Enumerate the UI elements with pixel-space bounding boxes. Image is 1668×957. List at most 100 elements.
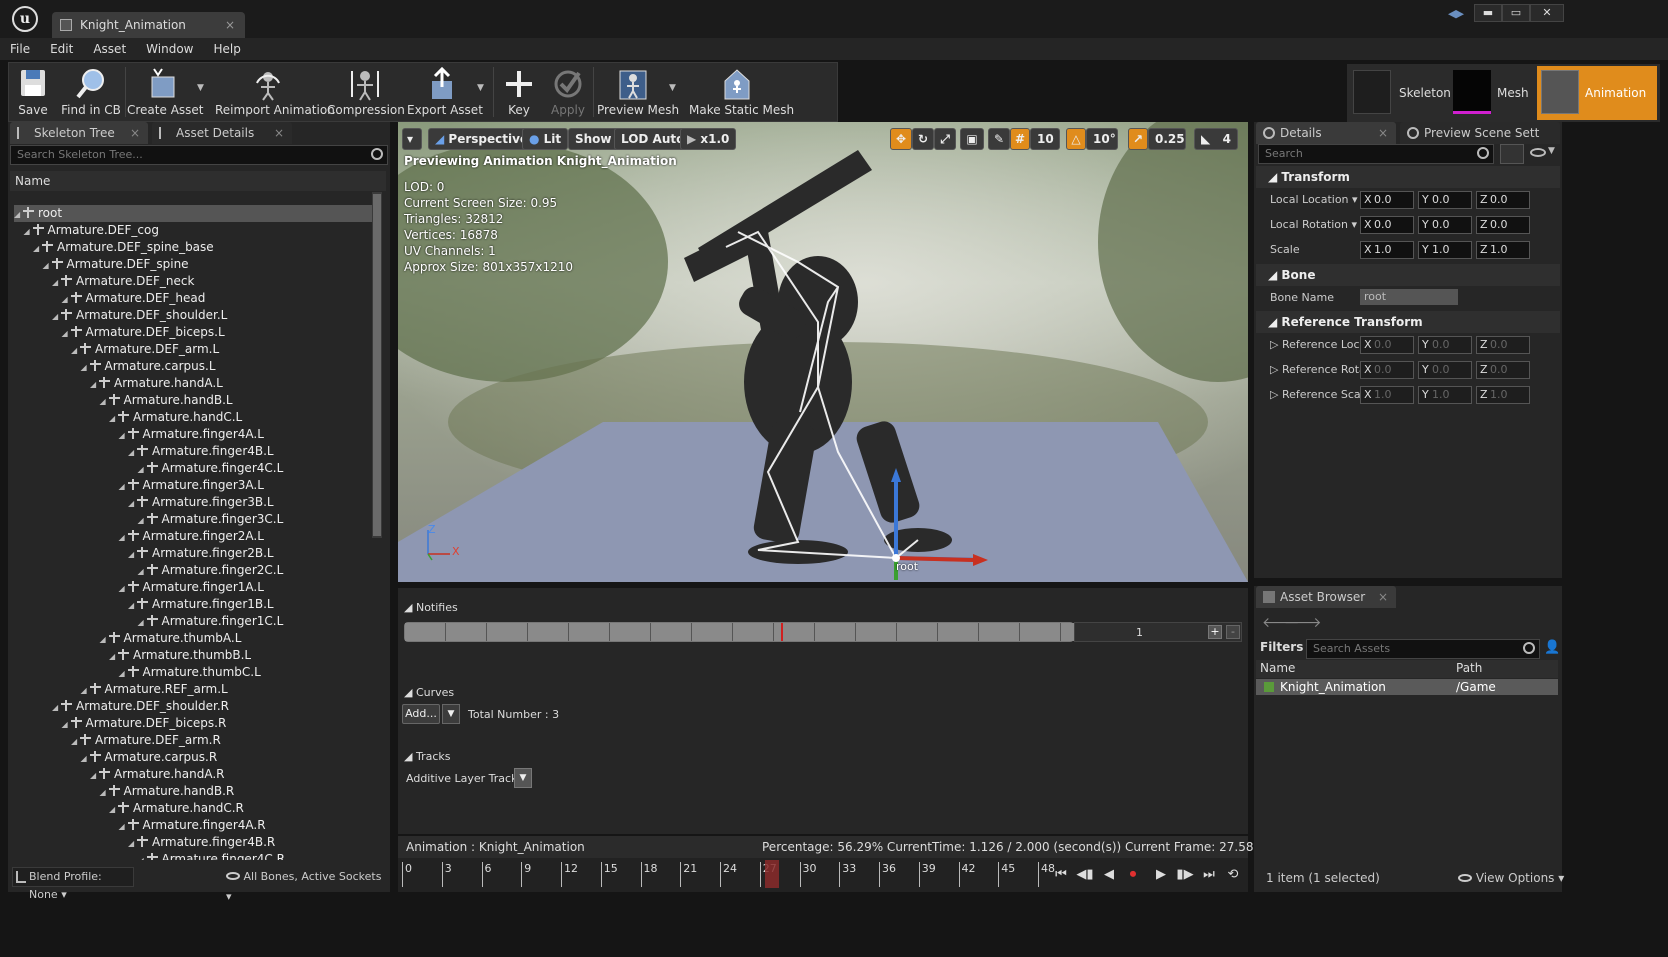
reimport-animation-button[interactable]: Reimport Animation [215, 63, 335, 121]
lit-button[interactable]: ● Lit [522, 128, 569, 150]
bone-row[interactable]: ◢ Armature.handC.R [109, 800, 244, 817]
key-button[interactable]: Key [499, 63, 539, 121]
animation-mode-button[interactable]: Animation [1537, 66, 1657, 120]
create-asset-dropdown-icon[interactable]: ▼ [197, 83, 204, 93]
expand-arrow-icon[interactable]: ◢ [119, 478, 128, 495]
bone-row[interactable]: ◢ Armature.thumbB.L [109, 647, 251, 664]
step-back-icon[interactable]: ◀▮ [1076, 866, 1094, 884]
menu-help[interactable]: Help [203, 38, 250, 60]
tracks-header[interactable]: ◢ Tracks [404, 750, 450, 763]
expand-arrow-icon[interactable]: ◢ [52, 699, 61, 716]
camera-speed-button[interactable]: ◣ 4 [1194, 128, 1238, 150]
bone-row[interactable]: ◢ Armature.DEF_shoulder.R [52, 698, 229, 715]
expand-arrow-icon[interactable]: ◢ [62, 291, 71, 308]
expand-arrow-icon[interactable]: ◢ [100, 631, 109, 648]
bone-row[interactable]: ◢ Armature.finger3C.L [138, 511, 284, 528]
make-static-mesh-button[interactable]: Make Static Mesh [689, 63, 794, 121]
expand-arrow-icon[interactable]: ◢ [52, 274, 61, 291]
close-tab-icon[interactable]: × [1378, 122, 1388, 144]
bone-row[interactable]: ◢ Armature.DEF_arm.R [71, 732, 221, 749]
expand-arrow-icon[interactable]: ◢ [109, 410, 118, 427]
bone-row[interactable]: ◢ Armature.handA.L [90, 375, 223, 392]
tab-asset-details[interactable]: Asset Details × [152, 122, 292, 144]
scale-mode-icon[interactable]: ⤢ [934, 128, 956, 150]
tree-column-header[interactable]: Name [10, 171, 386, 191]
curves-header[interactable]: ◢ Curves [404, 686, 454, 699]
visibility-eye-icon[interactable] [1530, 148, 1546, 157]
find-in-cb-button[interactable]: Find in CB [59, 63, 123, 121]
grid-snap-value[interactable]: 10 [1030, 128, 1060, 150]
remove-notify-track-button[interactable]: - [1226, 625, 1240, 639]
loop-icon[interactable]: ⟲ [1224, 866, 1242, 884]
bone-row[interactable]: ◢ Armature.finger4A.R [119, 817, 266, 834]
record-icon[interactable]: ⏺ [1124, 866, 1142, 884]
scale-y-field[interactable]: Y 1.0 [1418, 241, 1472, 259]
minimize-button[interactable]: ▬ [1474, 4, 1502, 22]
expand-arrow-icon[interactable]: ◢ [100, 784, 109, 801]
local-location-y-field[interactable]: Y 0.0 [1418, 191, 1472, 209]
bone-section-header[interactable]: ◢ Bone [1256, 264, 1560, 286]
bone-row[interactable]: ◢ Armature.finger4C.R [138, 851, 285, 860]
notify-track[interactable] [404, 622, 1075, 642]
save-button[interactable]: Save [11, 63, 55, 121]
local-rotation-x-field[interactable]: X 0.0 [1360, 216, 1414, 234]
expand-arrow-icon[interactable]: ◢ [128, 495, 137, 512]
export-dropdown-icon[interactable]: ▼ [477, 83, 484, 93]
bone-row[interactable]: ◢ Armature.DEF_spine [43, 256, 189, 273]
maximize-button[interactable]: ▭ [1502, 4, 1530, 22]
expand-arrow-icon[interactable]: ◢ [100, 393, 109, 410]
surface-snap-icon[interactable]: ✎ [988, 128, 1010, 150]
bone-row[interactable]: ◢ Armature.DEF_biceps.R [62, 715, 227, 732]
perspective-button[interactable]: ◢ Perspective [428, 128, 536, 150]
world-local-icon[interactable]: ▣ [960, 128, 984, 150]
mesh-mode-button[interactable]: Mesh [1449, 66, 1533, 120]
skeleton-search-input[interactable]: Search Skeleton Tree... [10, 145, 388, 165]
bone-row[interactable]: ◢ Armature.carpus.L [81, 358, 216, 375]
close-tab-icon[interactable]: × [1378, 586, 1388, 608]
expand-arrow-icon[interactable]: ◢ [119, 665, 128, 682]
search-icon[interactable] [1477, 147, 1489, 159]
bone-row[interactable]: ◢ root [14, 205, 372, 222]
reference-rotation-label[interactable]: ▷ Reference Rotatio [1270, 358, 1366, 382]
transform-section-header[interactable]: ◢ Transform [1256, 166, 1560, 188]
tab-details[interactable]: Details × [1256, 122, 1396, 144]
expand-arrow-icon[interactable]: ◢ [128, 444, 137, 461]
create-asset-button[interactable]: Create Asset [127, 63, 204, 121]
preview-mesh-button[interactable]: Preview Mesh [597, 63, 679, 121]
expand-arrow-icon[interactable]: ◢ [128, 835, 137, 852]
export-asset-button[interactable]: Export Asset [407, 63, 483, 121]
compression-button[interactable]: Compression [327, 63, 405, 121]
bone-row[interactable]: ◢ Armature.finger1A.L [119, 579, 264, 596]
asset-name-column[interactable]: Name [1260, 661, 1295, 675]
expand-arrow-icon[interactable]: ◢ [119, 818, 128, 835]
expand-arrow-icon[interactable]: ◢ [138, 614, 147, 631]
bone-row[interactable]: ◢ Armature.DEF_biceps.L [62, 324, 225, 341]
skeleton-mode-button[interactable]: Skeleton [1349, 66, 1451, 120]
asset-search-input[interactable]: Search Assets [1306, 639, 1540, 659]
close-tab-icon[interactable]: × [225, 12, 235, 38]
search-icon[interactable] [1523, 642, 1535, 654]
grid-snap-icon[interactable]: # [1010, 128, 1030, 150]
playback-speed-button[interactable]: ▶ x1.0 [680, 128, 737, 150]
menu-file[interactable]: File [0, 38, 40, 60]
bone-row[interactable]: ◢ Armature.finger2C.L [138, 562, 284, 579]
menu-window[interactable]: Window [136, 38, 203, 60]
expand-arrow-icon[interactable]: ◢ [119, 529, 128, 546]
reference-location-label[interactable]: ▷ Reference Locatic [1270, 333, 1366, 357]
close-window-button[interactable]: ✕ [1530, 4, 1564, 22]
add-curve-dropdown-icon[interactable]: ▼ [442, 704, 460, 724]
bone-row[interactable]: ◢ Armature.finger2B.L [128, 545, 274, 562]
expand-arrow-icon[interactable]: ◢ [119, 427, 128, 444]
bone-row[interactable]: ◢ Armature.REF_arm.L [81, 681, 228, 698]
visibility-dropdown-icon[interactable]: ▼ [1548, 146, 1555, 156]
close-tab-icon[interactable]: × [274, 122, 284, 144]
bone-row[interactable]: ◢ Armature.finger4B.L [128, 443, 274, 460]
blend-profile-dropdown[interactable]: Blend Profile: None ▾ [12, 867, 134, 901]
expand-arrow-icon[interactable]: ◢ [128, 597, 137, 614]
add-curve-button[interactable]: Add... [402, 704, 440, 724]
bone-row[interactable]: ◢ Armature.finger4A.L [119, 426, 264, 443]
add-notify-track-button[interactable]: + [1208, 625, 1222, 639]
scale-snap-icon[interactable]: ↗ [1128, 128, 1148, 150]
expand-arrow-icon[interactable]: ◢ [43, 257, 52, 274]
scale-x-field[interactable]: X 1.0 [1360, 241, 1414, 259]
